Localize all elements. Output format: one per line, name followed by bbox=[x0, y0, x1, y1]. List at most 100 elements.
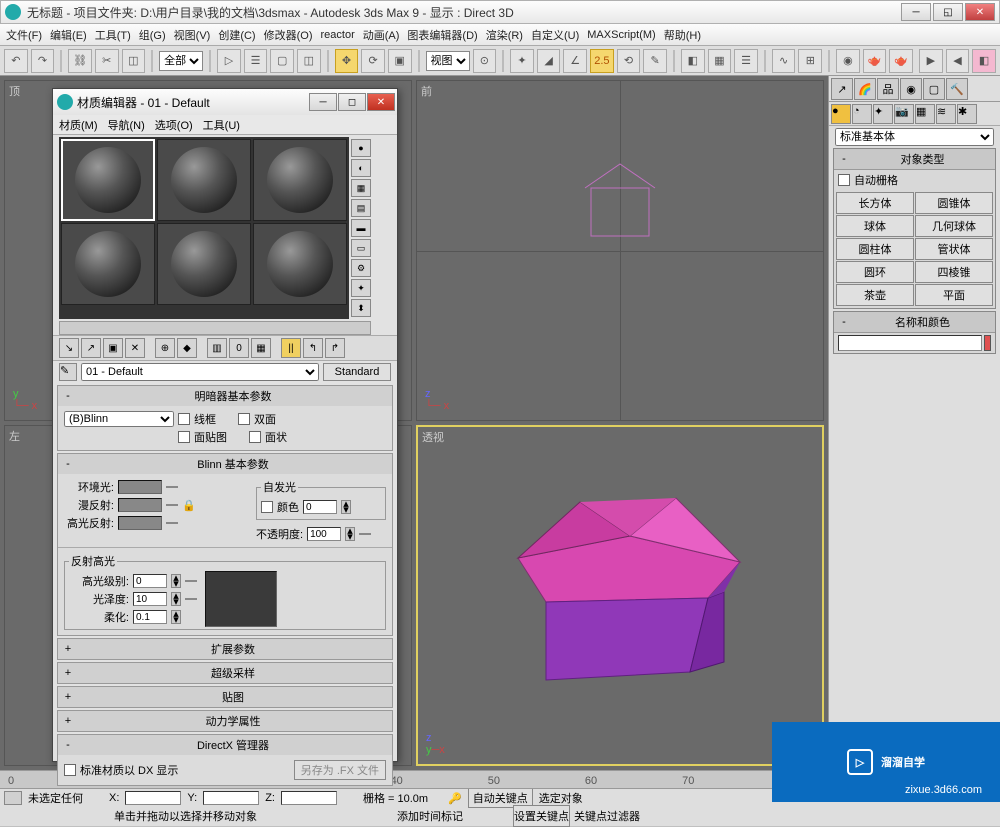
select-button[interactable]: ▷ bbox=[217, 49, 241, 73]
spinner-snap[interactable]: ⟲ bbox=[617, 49, 641, 73]
material-slot-3[interactable] bbox=[253, 139, 347, 221]
sphere-button[interactable]: 球体 bbox=[836, 215, 914, 237]
y-input[interactable] bbox=[203, 791, 259, 805]
specular-swatch[interactable] bbox=[118, 516, 162, 530]
lock-selection-icon[interactable] bbox=[4, 791, 22, 805]
add-time-tag[interactable]: 添加时间标记 bbox=[397, 808, 463, 824]
primitive-dropdown[interactable]: 标准基本体 bbox=[835, 128, 994, 146]
geosphere-button[interactable]: 几何球体 bbox=[915, 215, 993, 237]
video-check-icon[interactable]: ▬ bbox=[351, 219, 371, 237]
menu-reactor[interactable]: reactor bbox=[321, 29, 355, 41]
helpers-button[interactable]: ▦ bbox=[915, 104, 935, 124]
opacity-map-btn[interactable] bbox=[359, 533, 371, 535]
ambient-swatch[interactable] bbox=[118, 480, 162, 494]
render-scene-button[interactable]: 🫖 bbox=[863, 49, 887, 73]
display-tab[interactable]: ▢ bbox=[923, 78, 945, 100]
rollout-blinn-params[interactable]: Blinn 基本参数 bbox=[78, 456, 388, 472]
save-fx-button[interactable]: 另存为 .FX 文件 bbox=[294, 760, 386, 780]
minimize-button[interactable]: ─ bbox=[901, 3, 931, 21]
selfillum-color-checkbox[interactable] bbox=[261, 501, 273, 513]
show-end-result-icon[interactable]: || bbox=[281, 338, 301, 358]
material-slot-6[interactable] bbox=[253, 223, 347, 305]
x-input[interactable] bbox=[125, 791, 181, 805]
menu-group[interactable]: 组(G) bbox=[139, 27, 166, 43]
curve-editor-button[interactable]: ∿ bbox=[772, 49, 796, 73]
faceted-checkbox[interactable] bbox=[249, 431, 261, 443]
align-button[interactable]: ▦ bbox=[708, 49, 732, 73]
torus-button[interactable]: 圆环 bbox=[836, 261, 914, 283]
systems-button[interactable]: ✱ bbox=[957, 104, 977, 124]
angle-snap[interactable]: ∠ bbox=[563, 49, 587, 73]
menu-tools[interactable]: 工具(T) bbox=[95, 27, 131, 43]
tube-button[interactable]: 管状体 bbox=[915, 238, 993, 260]
ref-coord-dropdown[interactable]: 视图 bbox=[426, 51, 470, 71]
material-slot-4[interactable] bbox=[61, 223, 155, 305]
material-slot-5[interactable] bbox=[157, 223, 251, 305]
material-slot-1[interactable] bbox=[61, 139, 155, 221]
selection-set-dropdown[interactable]: 全部 bbox=[159, 51, 203, 71]
shapes-button[interactable]: ◔ bbox=[852, 104, 872, 124]
create-tab[interactable]: ↗ bbox=[831, 78, 853, 100]
restore-button[interactable]: ◱ bbox=[933, 3, 963, 21]
dx-display-checkbox[interactable] bbox=[64, 764, 76, 776]
select-rect-button[interactable]: ▢ bbox=[270, 49, 294, 73]
go-forward-icon[interactable]: ↱ bbox=[325, 338, 345, 358]
key-filters[interactable]: 关键点过滤器 bbox=[574, 808, 640, 824]
teapot-button[interactable]: 茶壶 bbox=[836, 284, 914, 306]
cone-button[interactable]: 圆锥体 bbox=[915, 192, 993, 214]
material-type-button[interactable]: Standard bbox=[323, 363, 391, 381]
geometry-button[interactable]: ● bbox=[831, 104, 851, 124]
viewport-front[interactable]: 前 z└─ x bbox=[416, 80, 824, 421]
make-unique-icon[interactable]: ◆ bbox=[177, 338, 197, 358]
window-cross-button[interactable]: ◫ bbox=[297, 49, 321, 73]
move-button[interactable]: ✥ bbox=[335, 49, 359, 73]
eraser-icon[interactable]: ◧ bbox=[972, 49, 996, 73]
mat-maximize[interactable]: ◻ bbox=[338, 93, 366, 111]
put-to-scene-icon[interactable]: ↗ bbox=[81, 338, 101, 358]
put-lib-icon[interactable]: ▥ bbox=[207, 338, 227, 358]
undo-button[interactable]: ↶ bbox=[4, 49, 28, 73]
cameras-button[interactable]: 📷 bbox=[894, 104, 914, 124]
gloss-spinner[interactable] bbox=[133, 592, 167, 606]
background-icon[interactable]: ▦ bbox=[351, 179, 371, 197]
rollout-directx[interactable]: DirectX 管理器 bbox=[78, 737, 388, 753]
assign-icon[interactable]: ▣ bbox=[103, 338, 123, 358]
mat-close[interactable]: ✕ bbox=[367, 93, 395, 111]
show-map-icon[interactable]: ▦ bbox=[251, 338, 271, 358]
material-editor-button[interactable]: ◉ bbox=[836, 49, 860, 73]
menu-render[interactable]: 渲染(R) bbox=[486, 27, 523, 43]
specular-map-btn[interactable] bbox=[166, 522, 178, 524]
rollout-name-color[interactable]: 名称和颜色 bbox=[854, 314, 991, 330]
plane-button[interactable]: 平面 bbox=[915, 284, 993, 306]
object-name-input[interactable] bbox=[838, 335, 982, 351]
backlight-icon[interactable]: ◐ bbox=[351, 159, 371, 177]
diffuse-swatch[interactable] bbox=[118, 498, 162, 512]
cylinder-button[interactable]: 圆柱体 bbox=[836, 238, 914, 260]
menu-file[interactable]: 文件(F) bbox=[6, 27, 42, 43]
space-warps-button[interactable]: ≋ bbox=[936, 104, 956, 124]
rollout-dynamics[interactable]: 动力学属性 bbox=[78, 713, 388, 729]
reset-icon[interactable]: ✕ bbox=[125, 338, 145, 358]
shader-dropdown[interactable]: (B)Blinn bbox=[64, 411, 174, 427]
schematic-button[interactable]: ⊞ bbox=[798, 49, 822, 73]
pivot-button[interactable]: ⊙ bbox=[473, 49, 497, 73]
sample-uv-icon[interactable]: ▤ bbox=[351, 199, 371, 217]
utilities-tab[interactable]: 🔨 bbox=[946, 78, 968, 100]
twosided-checkbox[interactable] bbox=[238, 413, 250, 425]
wire-checkbox[interactable] bbox=[178, 413, 190, 425]
menu-modifiers[interactable]: 修改器(O) bbox=[264, 27, 313, 43]
menu-graph[interactable]: 图表编辑器(D) bbox=[407, 27, 477, 43]
box-button[interactable]: 长方体 bbox=[836, 192, 914, 214]
menu-edit[interactable]: 编辑(E) bbox=[50, 27, 87, 43]
link-button[interactable]: ⛓ bbox=[68, 49, 92, 73]
quick-render-button[interactable]: 🫖 bbox=[889, 49, 913, 73]
setkey-button[interactable]: 设置关键点 bbox=[513, 805, 570, 827]
pyramid-button[interactable]: 四棱锥 bbox=[915, 261, 993, 283]
scale-button[interactable]: ▣ bbox=[388, 49, 412, 73]
mirror-button[interactable]: ◧ bbox=[681, 49, 705, 73]
get-material-icon[interactable]: ↘ bbox=[59, 338, 79, 358]
selfillum-spinner[interactable] bbox=[303, 500, 337, 514]
mat-menu-options[interactable]: 选项(O) bbox=[155, 117, 193, 133]
object-color-swatch[interactable] bbox=[984, 335, 991, 351]
close-button[interactable]: ✕ bbox=[965, 3, 995, 21]
